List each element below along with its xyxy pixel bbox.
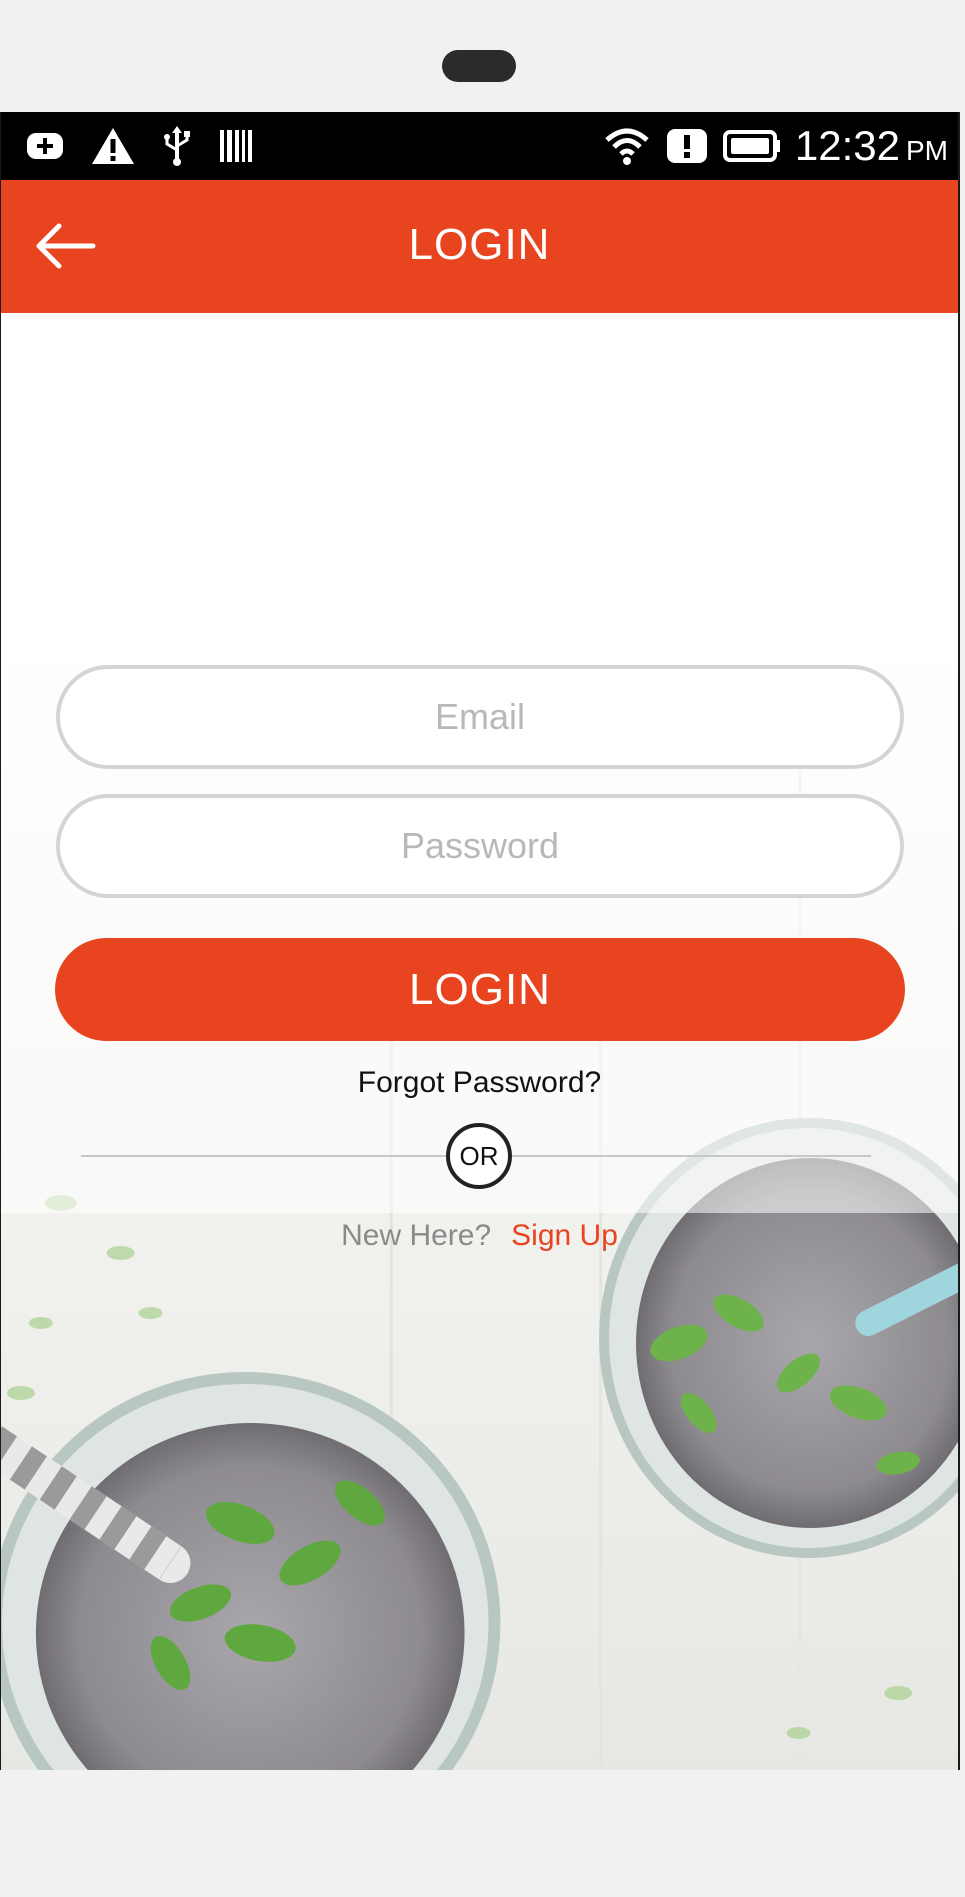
warning-icon: [92, 128, 134, 164]
add-notification-icon: [27, 133, 63, 159]
clock-ampm: PM: [906, 135, 948, 166]
alert-icon: [666, 129, 707, 163]
device-frame-top: [0, 0, 965, 112]
password-field[interactable]: [56, 794, 904, 898]
page-title: LOGIN: [408, 220, 551, 269]
barcode-icon: [220, 130, 252, 162]
status-bar-right-icons: 12:32 PM: [603, 122, 948, 170]
app-bar: LOGIN: [1, 180, 958, 313]
or-divider-badge: OR: [446, 1123, 512, 1189]
status-bar-left-icons: [25, 126, 253, 166]
wifi-icon: [605, 128, 649, 165]
login-button[interactable]: LOGIN: [55, 938, 905, 1041]
status-bar: 12:32 PM: [1, 112, 958, 180]
forgot-password-link[interactable]: Forgot Password?: [1, 1066, 958, 1100]
clock-time: 12:32: [794, 122, 900, 169]
status-bar-clock: 12:32 PM: [795, 122, 948, 170]
speaker-slot: [442, 50, 516, 82]
usb-icon: [164, 126, 190, 166]
password-input[interactable]: [60, 825, 900, 867]
signup-link[interactable]: Sign Up: [511, 1219, 618, 1252]
new-here-label: New Here?: [341, 1219, 492, 1252]
email-field[interactable]: [56, 665, 904, 769]
smoothie-jars-image: [1, 313, 958, 1770]
email-input[interactable]: [60, 696, 900, 738]
signup-row: New Here? Sign Up: [1, 1219, 958, 1253]
phone-screen: 12:32 PM LOGIN Email LOGIN Forgot Passwo…: [0, 112, 960, 1770]
login-content: LOGIN Forgot Password? OR New Here? Sign …: [1, 313, 958, 1770]
battery-icon: [722, 130, 780, 162]
